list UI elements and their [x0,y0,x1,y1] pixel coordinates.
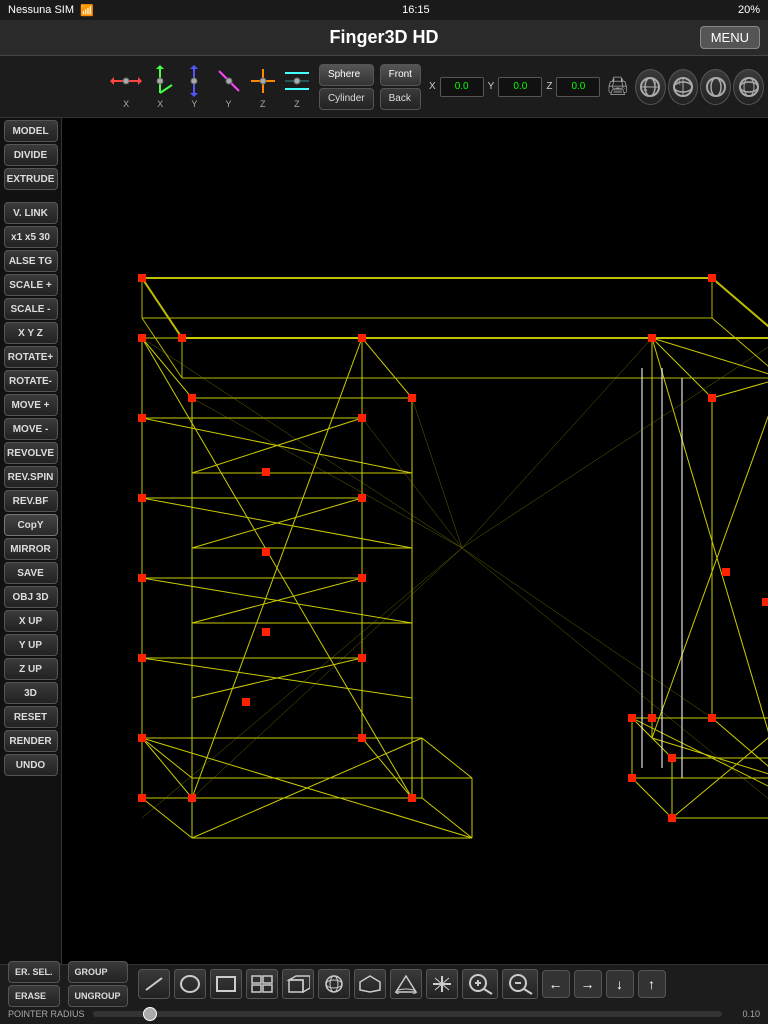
bottom-slider-row: POINTER RADIUS 0.10 [0,1003,768,1024]
move-x-pos-button[interactable]: X [144,62,176,112]
scaleplus-button[interactable]: SCALE + [4,274,58,296]
mesh-tool[interactable] [354,969,386,999]
axis-x-label: X [123,99,129,109]
print-button[interactable]: 🖨 [602,69,632,105]
pointer-radius-slider[interactable] [93,1011,722,1017]
axis-y-label: Y [191,99,197,109]
zoom-in-button[interactable] [462,969,498,999]
nav-up-button[interactable]: ↑ [638,970,666,998]
y-input[interactable] [498,77,542,97]
front-button[interactable]: Front [380,64,421,86]
circle-tool[interactable] [174,969,206,999]
moveplus-button[interactable]: MOVE + [4,394,58,416]
battery-label: 20% [738,4,760,16]
xyz-button[interactable]: X Y Z [4,322,58,344]
app-title: Finger3D HD [329,27,438,48]
extrude-button[interactable]: EXTRUDE [4,168,58,190]
sphere-tool[interactable] [318,969,350,999]
cross-tool[interactable] [426,969,458,999]
model-button[interactable]: MODEL [4,120,58,142]
move-z-button[interactable]: Z [247,62,279,112]
er-sel-erase-group: ER. SEL. ERASE [8,961,60,1007]
title-bar: Finger3D HD MENU [0,20,768,56]
alsetg-button[interactable]: ALSE TG [4,250,58,272]
shape-type-group: Sphere Cylinder [319,64,374,110]
er-sel-button[interactable]: ER. SEL. [8,961,60,983]
bottom-toolbar: ER. SEL. ERASE GROUP UNGROUP [0,964,768,1024]
threed-button[interactable]: 3D [4,682,58,704]
move-y-button[interactable]: Y [178,62,210,112]
face-side-group: Front Back [380,64,421,110]
line-tool[interactable] [138,969,170,999]
z-input[interactable] [556,77,600,97]
revspin-button[interactable]: REV.SPIN [4,466,58,488]
cube-tool[interactable] [282,969,314,999]
svg-text:Y: Y [718,80,723,87]
multiplier-button[interactable]: x1 x5 30 [4,226,58,248]
zup-button[interactable]: Z UP [4,658,58,680]
rotateplus-button[interactable]: ROTATE+ [4,346,58,368]
canvas-area[interactable] [62,118,768,964]
sphere-button[interactable]: Sphere [319,64,374,86]
rotate-free-button[interactable] [733,69,764,105]
pointer-radius-label: POINTER RADIUS [8,1009,85,1019]
time-label: 16:15 [402,4,430,16]
axis-x2-label: X [157,99,163,109]
svg-text:Y: Y [653,80,658,87]
svg-text:X: X [676,80,681,87]
toolbar-row: EDIT ON EDIT V F X [0,56,768,118]
grid-tool[interactable] [246,969,278,999]
svg-text:X: X [643,86,648,93]
group-ungroup-group: GROUP UNGROUP [68,961,128,1007]
reset-button[interactable]: RESET [4,706,58,728]
bottom-tools-row: ER. SEL. ERASE GROUP UNGROUP [0,965,768,1003]
z-label: Z [546,81,552,92]
moveminus-button[interactable]: MOVE - [4,418,58,440]
rotate-xy-button[interactable]: X Y [635,69,666,105]
menu-button[interactable]: MENU [700,26,760,49]
undo-button[interactable]: UNDO [4,754,58,776]
nav-right-button[interactable]: → [574,970,602,998]
axis-y2-label: Y [226,99,232,109]
status-bar: Nessuna SIM 📶 16:15 20% [0,0,768,20]
divide-button[interactable]: DIVIDE [4,144,58,166]
move-x-neg-button[interactable]: X [110,62,142,112]
back-button[interactable]: Back [380,88,421,110]
revbf-button[interactable]: REV.BF [4,490,58,512]
y-label: Y [488,81,495,92]
wireframe-view [62,118,768,964]
zoom-out-button[interactable] [502,969,538,999]
render-button[interactable]: RENDER [4,730,58,752]
move-z2-button[interactable]: Z [281,62,313,112]
save-button[interactable]: SAVE [4,562,58,584]
axis-z-label: Z [260,99,266,109]
cone-tool[interactable] [390,969,422,999]
xup-button[interactable]: X UP [4,610,58,632]
mirror-button[interactable]: MIRROR [4,538,58,560]
yup-button[interactable]: Y UP [4,634,58,656]
slider-thumb [143,1007,157,1021]
rotateminus-button[interactable]: ROTATE- [4,370,58,392]
cylinder-button[interactable]: Cylinder [319,88,374,110]
xyz-input-group: X Y Z [429,77,600,97]
obj3d-button[interactable]: OBJ 3D [4,586,58,608]
slider-value: 0.10 [730,1009,760,1019]
nav-left-button[interactable]: ← [542,970,570,998]
wifi-icon: 📶 [80,4,94,17]
scaleminus-button[interactable]: SCALE - [4,298,58,320]
carrier-label: Nessuna SIM [8,4,74,16]
vlink-button[interactable]: V. LINK [4,202,58,224]
rotate-yz-button[interactable]: Y [700,69,731,105]
move-y2-button[interactable]: Y [212,62,244,112]
left-sidebar: MODEL DIVIDE EXTRUDE V. LINK x1 x5 30 AL… [0,118,62,964]
group-button[interactable]: GROUP [68,961,128,983]
revolve-button[interactable]: REVOLVE [4,442,58,464]
x-label: X [429,81,436,92]
rectangle-tool[interactable] [210,969,242,999]
nav-down-button[interactable]: ↓ [606,970,634,998]
axis-z2-label: Z [294,99,300,109]
rotate-xz-button[interactable]: X [668,69,699,105]
copy-button[interactable]: CopY [4,514,58,536]
x-input[interactable] [440,77,484,97]
